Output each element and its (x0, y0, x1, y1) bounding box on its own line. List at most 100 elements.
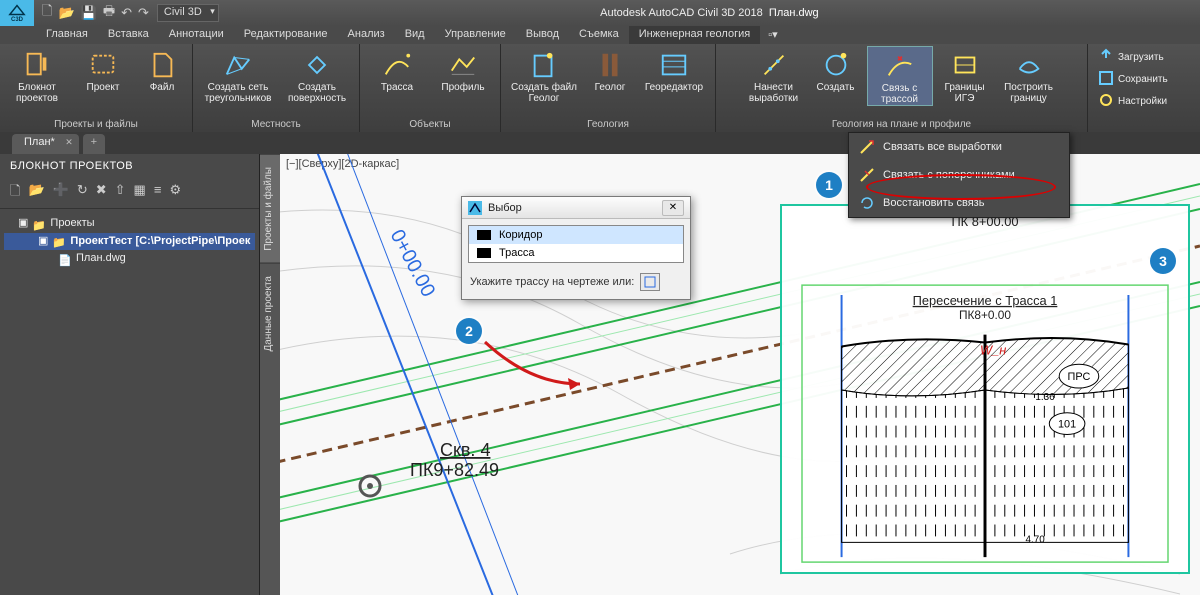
ribbon-georeditor-button[interactable]: Георедактор (639, 46, 709, 93)
dialog-close-button[interactable]: ✕ (662, 200, 684, 216)
ribbon-group-io: Загрузить Сохранить Настройки (1088, 44, 1200, 132)
tab-close-icon[interactable]: ✕ (65, 137, 73, 148)
tool-settings-icon[interactable]: ⚙ (169, 182, 181, 204)
menu-survey[interactable]: Съемка (569, 26, 629, 44)
svg-text:Пересечение с Трасса 1: Пересечение с Трасса 1 (913, 293, 1058, 308)
dropdown-link-all[interactable]: Связать все выработки (849, 133, 1069, 161)
project-notebook-panel: БЛОКНОТ ПРОЕКТОВ 🗋 📂 ➕ ↻ ✖ ⇧ ▦ ≡ ⚙ ▣📁Про… (0, 154, 260, 595)
ribbon-tin-button[interactable]: Создать сеть треугольников (199, 46, 277, 104)
selection-dialog: Выбор ✕ Коридор Трасса Укажите трассу на… (461, 196, 691, 300)
panel-title: БЛОКНОТ ПРОЕКТОВ (0, 154, 259, 178)
qat-new-icon[interactable]: 🗋 (42, 2, 52, 24)
menu-insert[interactable]: Вставка (98, 26, 159, 44)
project-tree[interactable]: ▣📁Проекты ▣📁ПроектТест [C:\ProjectPipe\П… (0, 209, 259, 274)
dialog-item-alignment[interactable]: Трасса (469, 244, 683, 262)
tool-refresh-icon[interactable]: ↻ (77, 182, 88, 204)
tool-list-icon[interactable]: ≡ (154, 182, 162, 204)
ribbon-surface-button[interactable]: Создать поверхность (281, 46, 353, 104)
cross-section-inset: ПК 8+00.00 Пересечение с Трасса 1 ПК8+0.… (780, 204, 1190, 574)
dropdown-restore-link[interactable]: Восстановить связь (849, 189, 1069, 217)
ribbon-build-boundary-button[interactable]: Построить границу (997, 46, 1061, 104)
tab-add[interactable]: + (83, 134, 105, 154)
ribbon-boreholes-button[interactable]: Нанести выработки (743, 46, 805, 104)
menu-home[interactable]: Главная (36, 26, 98, 44)
arrow-head-icon (568, 378, 580, 390)
quick-access-toolbar: 🗋 📂 💾 🖶 ↶ ↷ (34, 2, 157, 24)
qat-redo-icon[interactable]: ↷ (138, 5, 149, 21)
ribbon-load-button[interactable]: Загрузить (1094, 46, 1168, 66)
title-bar: C3D 🗋 📂 💾 🖶 ↶ ↷ Civil 3D Autodesk AutoCA… (0, 0, 1200, 26)
palette-tab-data[interactable]: Данные проекта (260, 263, 280, 364)
menu-manage[interactable]: Управление (435, 26, 516, 44)
tool-up-icon[interactable]: ⇧ (115, 182, 126, 204)
menu-output[interactable]: Вывод (516, 26, 569, 44)
ribbon-geolog-button[interactable]: Геолог (585, 46, 635, 93)
menu-edit[interactable]: Редактирование (234, 26, 338, 44)
menu-geology[interactable]: Инженерная геология (629, 26, 761, 44)
vertical-palette: Проекты и файлы Данные проекта (260, 154, 280, 595)
borehole-marker: Скв. 4 ПК9+82.49 (360, 440, 499, 496)
dialog-pick-button[interactable] (640, 273, 660, 291)
tree-root[interactable]: ▣📁Проекты (4, 215, 255, 233)
menu-analysis[interactable]: Анализ (338, 26, 395, 44)
menu-annotations[interactable]: Аннотации (159, 26, 234, 44)
svg-text:ПК8+0.00: ПК8+0.00 (959, 308, 1011, 322)
ribbon-ige-button[interactable]: Границы ИГЭ (937, 46, 993, 104)
title-text: Autodesk AutoCAD Civil 3D 2018 План.dwg (219, 7, 1200, 19)
svg-text:Скв. 4: Скв. 4 (440, 440, 490, 460)
callout-3: 3 (1150, 248, 1176, 274)
qat-undo-icon[interactable]: ↶ (121, 5, 132, 21)
panel-toolbar: 🗋 📂 ➕ ↻ ✖ ⇧ ▦ ≡ ⚙ (0, 178, 259, 209)
workspace-combo[interactable]: Civil 3D (157, 4, 219, 22)
tool-open-icon[interactable]: 📂 (28, 182, 44, 204)
app-small-icon (468, 201, 482, 215)
tree-project[interactable]: ▣📁ПроектТест [C:\ProjectPipe\Проек (4, 233, 255, 251)
ribbon-group-projects: Блокнот проектов Проект Файл Проекты и ф… (0, 44, 193, 132)
tool-new-icon[interactable]: 🗋 (10, 182, 20, 204)
ribbon-settings-button[interactable]: Настройки (1094, 90, 1171, 110)
tool-grid-icon[interactable]: ▦ (134, 182, 146, 204)
ribbon-save-button[interactable]: Сохранить (1094, 68, 1172, 88)
ribbon-file-button[interactable]: Файл (138, 46, 186, 93)
menu-view[interactable]: Вид (395, 26, 435, 44)
dropdown-link-cross[interactable]: Связать с поперечниками (849, 161, 1069, 189)
link-alignment-dropdown: Связать все выработки Связать с поперечн… (848, 132, 1070, 218)
ribbon-notebook-button[interactable]: Блокнот проектов (6, 46, 68, 104)
station-label: 0+00.00 (386, 226, 440, 301)
svg-text:W_н: W_н (980, 342, 1006, 357)
svg-text:1.36: 1.36 (1035, 392, 1055, 403)
ribbon-alignment-button[interactable]: Трасса (366, 46, 428, 93)
ribbon: Блокнот проектов Проект Файл Проекты и ф… (0, 44, 1200, 132)
ribbon-profile-button[interactable]: Профиль (432, 46, 494, 93)
tree-file[interactable]: 📄План.dwg (4, 250, 255, 268)
dialog-titlebar[interactable]: Выбор ✕ (462, 197, 690, 219)
callout-1: 1 (816, 172, 842, 198)
qat-save-icon[interactable]: 💾 (81, 5, 97, 21)
tool-add-icon[interactable]: ➕ (53, 182, 69, 204)
svg-text:ПК9+82.49: ПК9+82.49 (410, 460, 499, 480)
qat-print-icon[interactable]: 🖶 (103, 2, 115, 24)
menu-extra-icon[interactable]: ▫▾ (760, 26, 785, 44)
svg-text:ПРС: ПРС (1068, 371, 1091, 383)
callout-2: 2 (456, 318, 482, 344)
dialog-list[interactable]: Коридор Трасса (468, 225, 684, 263)
dialog-prompt: Укажите трассу на чертеже или: (470, 276, 634, 288)
ribbon-group-terrain: Создать сеть треугольников Создать повер… (193, 44, 360, 132)
svg-text:101: 101 (1058, 419, 1076, 431)
ribbon-group-geology-plan: Нанести выработки Создать Связь с трассо… (716, 44, 1088, 132)
ribbon-create-geo-button[interactable]: Создать (809, 46, 863, 93)
ribbon-link-alignment-button[interactable]: Связь с трассой (867, 46, 933, 106)
tool-delete-icon[interactable]: ✖ (96, 182, 107, 204)
ribbon-group-geology: Создать файл Геолог Геолог Георедактор Г… (501, 44, 716, 132)
app-logo[interactable]: C3D (0, 0, 34, 26)
tab-plan[interactable]: План*✕ (12, 134, 79, 154)
drawing-canvas[interactable]: Проекты и файлы Данные проекта [−][Сверх… (260, 154, 1200, 595)
qat-open-icon[interactable]: 📂 (58, 5, 74, 21)
dialog-item-corridor[interactable]: Коридор (469, 226, 683, 244)
ribbon-project-button[interactable]: Проект (72, 46, 134, 93)
palette-tab-projects[interactable]: Проекты и файлы (260, 154, 280, 263)
menu-bar: Главная Вставка Аннотации Редактирование… (0, 26, 1200, 44)
ribbon-geolog-file-button[interactable]: Создать файл Геолог (507, 46, 581, 104)
svg-text:4.70: 4.70 (1026, 534, 1046, 545)
ribbon-group-objects: Трасса Профиль Объекты (360, 44, 501, 132)
